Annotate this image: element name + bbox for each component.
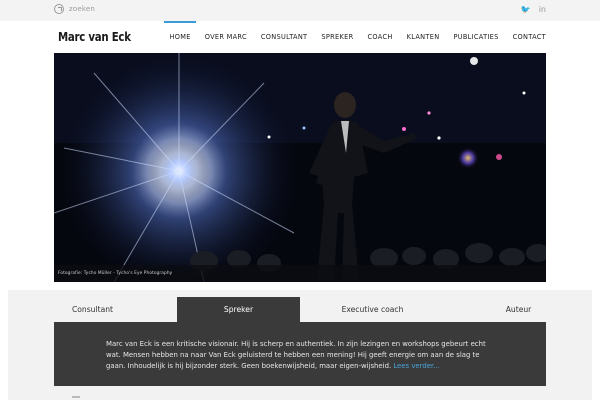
hero-image: Fotografie: Tycho Müller - Tycho's Eye P… <box>54 53 546 282</box>
photo-credit: Fotografie: Tycho Müller - Tycho's Eye P… <box>58 271 173 276</box>
tab-auteur[interactable]: Auteur <box>445 297 592 322</box>
nav-over-marc[interactable]: OVER MARC <box>198 21 254 53</box>
nav-home[interactable]: HOME <box>162 21 197 53</box>
tab-executive-coach[interactable]: Executive coach <box>300 297 445 322</box>
twitter-icon[interactable]: 🐦 <box>521 5 531 14</box>
search-box[interactable]: zoeken <box>54 4 95 14</box>
linkedin-icon[interactable]: in <box>539 5 546 14</box>
tab-consultant[interactable]: Consultant <box>8 297 177 322</box>
read-more-link[interactable]: Lees verder... <box>393 362 439 370</box>
compass-search-icon[interactable] <box>54 4 64 14</box>
nav-consultant[interactable]: CONSULTANT <box>254 21 315 53</box>
nav-coach[interactable]: COACH <box>360 21 399 53</box>
nav-spreker[interactable]: SPREKER <box>314 21 360 53</box>
search-input[interactable]: zoeken <box>69 5 95 13</box>
divider <box>72 396 80 398</box>
panel-description: Marc van Eck is een kritische visionair.… <box>106 339 501 373</box>
social-links: 🐦 in <box>521 5 546 14</box>
tab-spreker[interactable]: Spreker <box>177 297 300 322</box>
role-tabs: Consultant Spreker Executive coach Auteu… <box>8 297 592 322</box>
nav-contact[interactable]: CONTACT <box>506 21 546 53</box>
top-bar: zoeken 🐦 in <box>0 0 600 21</box>
nav-klanten[interactable]: KLANTEN <box>400 21 447 53</box>
nav-publicaties[interactable]: PUBLICATIES <box>446 21 505 53</box>
stage-photo <box>54 53 546 282</box>
site-logo[interactable]: Marc van Eck <box>58 30 131 44</box>
tab-panel: Marc van Eck is een kritische visionair.… <box>54 322 546 386</box>
main-nav: HOME OVER MARC CONSULTANT SPREKER COACH … <box>162 21 546 53</box>
site-header: Marc van Eck HOME OVER MARC CONSULTANT S… <box>0 21 600 53</box>
